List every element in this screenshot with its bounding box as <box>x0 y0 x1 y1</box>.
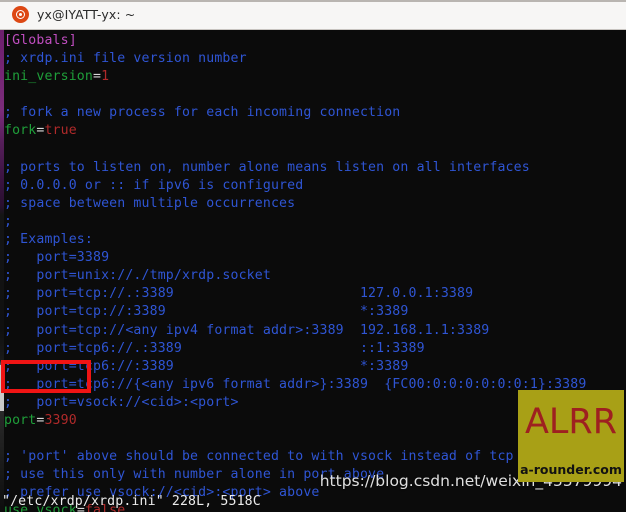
ini-comment: ; xrdp.ini file version number <box>4 51 247 67</box>
code-line: ; port=unix://./tmp/xrdp.socket <box>0 267 626 285</box>
code-line: ; space between multiple occurrences <box>0 195 626 213</box>
code-line: ini_version=1 <box>0 68 626 86</box>
ini-comment: ; <box>4 213 13 229</box>
watermark-logo: ALRR a-rounder.com <box>518 390 624 482</box>
ini-comment: ; fork a new process for each incoming c… <box>4 105 401 121</box>
ini-comment: ; port=unix://./tmp/xrdp.socket <box>4 268 271 284</box>
ini-comment: ; port=tcp6://{<any ipv6 format addr>}:3… <box>4 376 587 392</box>
titlebar-top-border <box>0 0 626 2</box>
ini-value: true <box>44 123 77 139</box>
ini-comment: ; port=tcp6://.:3389 ::1:3389 <box>4 340 425 356</box>
ini-comment: ; port=tcp://<any ipv4 format addr>:3389… <box>4 322 490 338</box>
watermark-logo-title: ALRR <box>524 402 618 442</box>
terminal-scrollbar-track[interactable] <box>0 30 4 512</box>
red-annotation-box <box>1 360 91 393</box>
ini-comment: ; 'port' above should be connected to wi… <box>4 449 514 465</box>
code-line: ; <box>0 213 626 231</box>
ini-comment: ; 0.0.0.0 or :: if ipv6 is configured <box>4 177 304 193</box>
code-line: ; port=tcp6://.:3389 ::1:3389 <box>0 340 626 358</box>
vim-status-line: "/etc/xrdp/xrdp.ini" 228L, 5518C <box>2 494 261 509</box>
ini-comment: ; port=3389 <box>4 250 110 266</box>
ini-section-header: [Globals] <box>4 33 77 48</box>
code-line: ; Examples: <box>0 231 626 249</box>
ini-comment: ; space between multiple occurrences <box>4 195 296 211</box>
code-line: ; port=tcp://:3389 *:3389 <box>0 303 626 321</box>
ini-key: ini_version <box>4 69 93 85</box>
code-line: fork=true <box>0 122 626 140</box>
ini-comment: ; Examples: <box>4 232 93 248</box>
code-line: ; port=3389 <box>0 249 626 267</box>
ini-comment: ; port=tcp://:3389 *:3389 <box>4 304 409 320</box>
screenshot-root: yx@IYATT-yx: ~ [Globals] ; xrdp.ini file … <box>0 0 626 512</box>
ubuntu-icon <box>12 6 29 23</box>
ini-key: port <box>4 412 37 428</box>
ini-comment: ; port=vsock://<cid>:<port> <box>4 394 239 410</box>
code-line: ; fork a new process for each incoming c… <box>0 104 626 122</box>
ini-equals: = <box>93 69 102 85</box>
ini-value: 3390 <box>44 412 77 428</box>
ini-comment: ; ports to listen on, number alone means… <box>4 159 530 175</box>
ini-key: fork <box>4 123 37 139</box>
code-line: ; port=tcp6://:3389 *:3389 <box>0 358 626 376</box>
code-line: ; port=tcp://<any ipv4 format addr>:3389… <box>0 322 626 340</box>
code-line: ; xrdp.ini file version number <box>0 50 626 68</box>
window-titlebar[interactable]: yx@IYATT-yx: ~ <box>0 0 626 30</box>
code-line: [Globals] <box>0 32 626 50</box>
terminal-body[interactable]: [Globals]; xrdp.ini file version number i… <box>0 30 626 512</box>
window-title: yx@IYATT-yx: ~ <box>37 7 136 22</box>
code-line: ; ports to listen on, number alone means… <box>0 159 626 177</box>
ini-value: 1 <box>101 69 110 85</box>
ini-comment: ; port=tcp://.:3389 127.0.0.1:3389 <box>4 286 474 302</box>
watermark-logo-subtitle: a-rounder.com <box>520 462 622 477</box>
code-line: ; port=tcp://.:3389 127.0.0.1:3389 <box>0 285 626 303</box>
code-line: ; 0.0.0.0 or :: if ipv6 is configured <box>0 177 626 195</box>
